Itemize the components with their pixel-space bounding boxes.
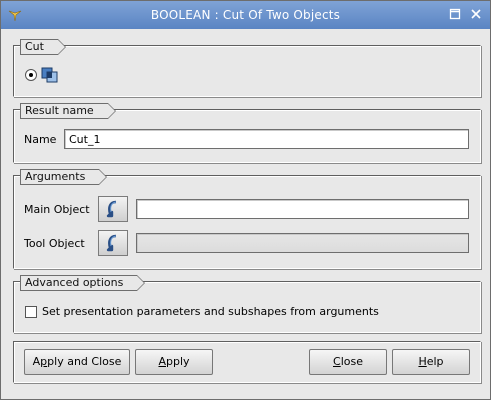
tool-object-label: Tool Object: [24, 237, 85, 250]
arguments-group-label: Arguments: [20, 169, 108, 185]
window-title: BOOLEAN : Cut Of Two Objects: [150, 8, 341, 22]
name-label: Name: [24, 133, 57, 146]
presentation-params-checkbox[interactable]: [25, 306, 37, 318]
result-name-input[interactable]: Cut_1: [64, 129, 469, 149]
tool-object-select-button[interactable]: [98, 230, 128, 256]
advanced-options-group-label: Advanced options: [20, 275, 146, 291]
operation-group: Cut: [13, 39, 481, 97]
cut-radio[interactable]: [25, 69, 37, 81]
close-button[interactable]: Close: [309, 349, 387, 375]
selection-arrow-icon: [106, 200, 117, 218]
presentation-params-label: Set presentation parameters and subshape…: [42, 305, 379, 318]
close-icon[interactable]: [470, 8, 482, 20]
main-object-select-button[interactable]: [98, 196, 128, 222]
result-name-group-label: Result name: [20, 103, 116, 119]
advanced-options-group: Advanced options Set presentation parame…: [13, 275, 481, 333]
title-bar[interactable]: BOOLEAN : Cut Of Two Objects: [1, 1, 490, 29]
main-object-input[interactable]: [136, 199, 469, 219]
selection-arrow-icon: [106, 234, 117, 252]
restore-icon[interactable]: [449, 8, 461, 20]
tool-object-input[interactable]: [136, 233, 469, 253]
operation-group-label: Cut: [20, 39, 66, 55]
apply-and-close-button[interactable]: Apply and Close: [24, 349, 130, 375]
cut-operation-icon: [41, 67, 58, 83]
dialog-window: BOOLEAN : Cut Of Two Objects Cut Result …: [0, 0, 491, 400]
main-object-label: Main Object: [24, 203, 90, 216]
result-name-group: Result name Name Cut_1: [13, 103, 481, 163]
button-bar: Apply and Close Apply Close Help: [13, 341, 481, 383]
apply-button[interactable]: Apply: [135, 349, 213, 375]
arguments-group: Arguments Main Object Tool Object: [13, 169, 481, 269]
help-button[interactable]: Help: [392, 349, 470, 375]
